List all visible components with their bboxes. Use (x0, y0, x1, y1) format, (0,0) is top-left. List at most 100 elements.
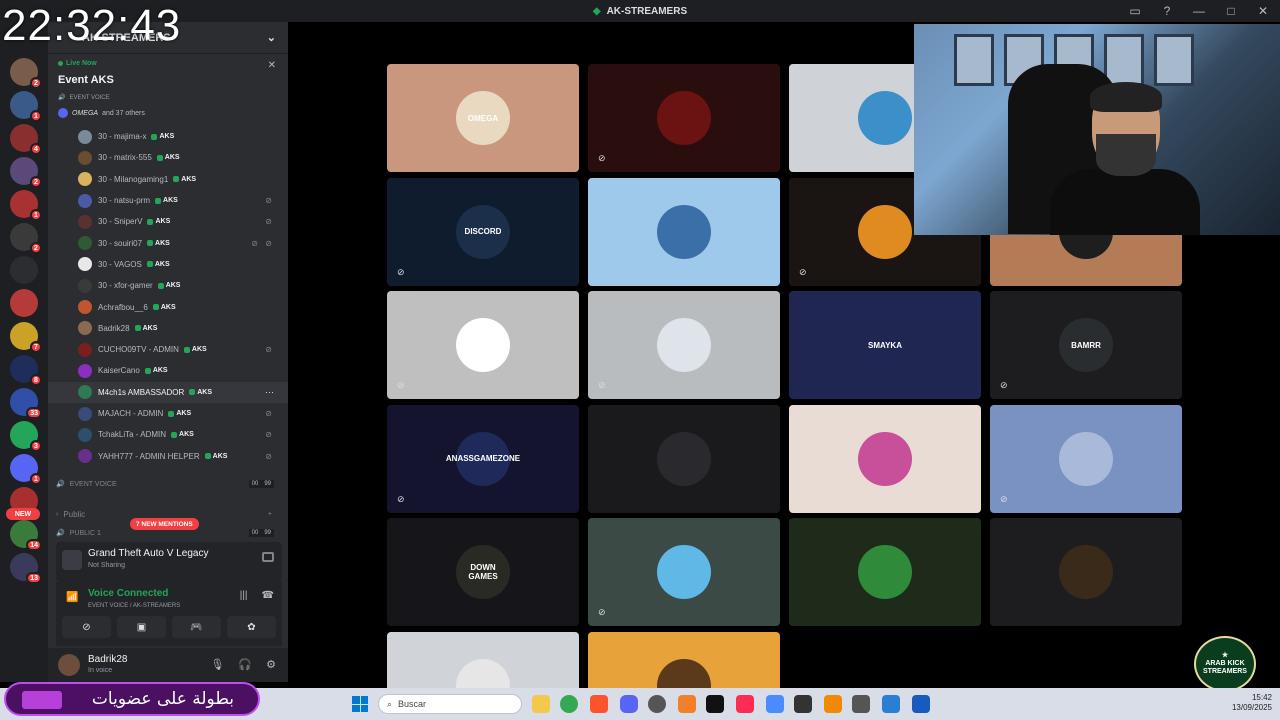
channel-sidebar: AK-STREAMERS ⌄ Live Now Event AKS ✕ 🔊 EVE… (48, 22, 288, 682)
list-item[interactable]: Badrik28 AKS (48, 318, 288, 339)
chrome-icon[interactable] (560, 695, 578, 713)
tiktok-live-icon[interactable] (736, 695, 754, 713)
tiktok-icon[interactable] (706, 695, 724, 713)
disconnect-icon[interactable]: ☎ (262, 590, 274, 601)
channel-event-voice[interactable]: 🔊 EVENT VOICE 00 99 (56, 476, 280, 492)
minimize-button[interactable]: — (1190, 2, 1208, 20)
server-icon[interactable]: 1 (10, 91, 42, 122)
server-icon[interactable]: 3 (10, 421, 42, 452)
server-icon[interactable]: 7 (10, 322, 42, 353)
screen-share-button[interactable]: ▣ (117, 616, 166, 638)
inbox-icon[interactable]: ▭ (1126, 2, 1144, 20)
avatar (78, 385, 92, 400)
list-item[interactable]: 30 - majima-x AKS (48, 126, 288, 147)
maximize-button[interactable]: □ (1222, 2, 1240, 20)
server-icon[interactable]: 8 (10, 355, 42, 386)
list-item[interactable]: Achrafbou__6 AKS (48, 296, 288, 317)
chevron-down-icon[interactable]: ⌄ (267, 31, 276, 44)
new-unread-pill[interactable]: NEW (6, 508, 40, 520)
participant-tile[interactable] (588, 177, 780, 286)
server-icon[interactable]: 33 (10, 388, 42, 419)
more-options-icon[interactable]: ⋯ (265, 387, 274, 398)
list-item[interactable]: YAHH777 - ADMIN HELPER AKS ⊘ (48, 445, 288, 466)
participant-tile[interactable] (588, 404, 780, 513)
event-channel-type: 🔊 EVENT VOICE (58, 94, 110, 102)
server-icon[interactable]: 4 (10, 124, 42, 155)
participant-tile[interactable]: ⊘ (990, 404, 1182, 513)
camera-off-button[interactable]: ⊘ (62, 616, 111, 638)
avatar: DOWN GAMES (456, 545, 510, 599)
server-icon[interactable]: 14 (10, 520, 42, 551)
list-item[interactable]: CUCHO09TV - ADMIN AKS ⊘ (48, 339, 288, 360)
file-explorer-icon[interactable] (532, 695, 550, 713)
server-icon[interactable] (10, 289, 38, 317)
server-icon[interactable]: 2 (10, 58, 42, 89)
brave-icon[interactable] (590, 695, 608, 713)
participant-tile[interactable]: ⊘ (387, 291, 579, 399)
taskbar-clock[interactable]: 15:42 13/09/2025 (1232, 693, 1272, 714)
participant-tile[interactable] (789, 404, 981, 513)
server-icon[interactable]: 1 (10, 190, 42, 221)
microphone-icon[interactable]: 🎙 (210, 658, 224, 671)
participant-tile[interactable]: BAMRR ⊘ (990, 291, 1182, 399)
server-icon[interactable] (10, 256, 38, 284)
participant-tile[interactable]: DOWN GAMES (387, 518, 579, 626)
list-item[interactable]: 30 - souiri07 AKS ⊘ ⊘ (48, 232, 288, 253)
headphones-icon[interactable]: 🎧 (238, 658, 252, 671)
voice-status[interactable]: Voice Connected (88, 588, 168, 599)
participant-tile[interactable] (789, 518, 981, 626)
vlc-icon[interactable] (824, 695, 842, 713)
voice-channel[interactable]: EVENT VOICE / AK-STREAMERS (88, 603, 180, 609)
close-button[interactable]: ✕ (1254, 2, 1272, 20)
list-item[interactable]: 30 - natsu-prm AKS ⊘ (48, 190, 288, 211)
help-icon[interactable]: ? (1158, 2, 1176, 20)
word-icon[interactable] (912, 695, 930, 713)
participant-tile[interactable] (990, 518, 1182, 626)
taskbar-search-input[interactable]: ⌕ Buscar (378, 694, 522, 714)
signal-icon[interactable]: 📶 (66, 592, 78, 604)
participant-tile[interactable]: DISCORD ⊘ (387, 177, 579, 286)
participant-tile[interactable]: ANASSGAMEZONE ⊘ (387, 404, 579, 513)
list-item[interactable]: 30 - xfor-gamer AKS (48, 275, 288, 296)
app-icon[interactable] (852, 695, 870, 713)
participant-tile[interactable]: ⊘ (588, 518, 780, 626)
list-item[interactable]: 30 - SniperV AKS ⊘ (48, 211, 288, 232)
participant-tile[interactable]: SMAYKA (789, 291, 981, 399)
member-name: 30 - souiri07 (98, 238, 143, 248)
list-item[interactable]: M4ch1s AMBASSADOR AKS ⋯ (48, 381, 288, 403)
list-item[interactable]: 30 - Milanogaming1 AKS (48, 169, 288, 190)
server-icon[interactable]: 1 (10, 454, 42, 485)
app-icon[interactable] (882, 695, 900, 713)
close-icon[interactable]: ✕ (268, 60, 276, 71)
app-icon[interactable] (766, 695, 784, 713)
game-activity-panel[interactable]: Grand Theft Auto V Legacy Not Sharing (56, 542, 282, 582)
server-icon[interactable]: 2 (10, 157, 42, 188)
user-name[interactable]: Badrik28 (88, 654, 127, 665)
list-item[interactable]: MAJACH - ADMIN AKS ⊘ (48, 403, 288, 424)
participant-tile[interactable]: OMEGA (387, 64, 579, 172)
app-icon[interactable] (678, 695, 696, 713)
windows-start-icon[interactable] (352, 696, 368, 712)
noise-suppression-icon[interactable]: ||| (240, 590, 248, 601)
list-item[interactable]: 30 - VAGOS AKS (48, 254, 288, 275)
list-item[interactable]: 30 - matrix-555 AKS (48, 147, 288, 168)
avatar (657, 204, 711, 259)
event-participants[interactable]: OMEGA and 37 others (58, 108, 145, 118)
new-mentions-pill[interactable]: 7 NEW MENTIONS (130, 518, 199, 530)
obs-icon[interactable] (648, 695, 666, 713)
add-channel-icon[interactable]: + (268, 511, 272, 518)
gear-icon[interactable]: ⚙ (266, 658, 276, 671)
terminal-icon[interactable] (794, 695, 812, 713)
server-icon[interactable]: 13 (10, 553, 42, 584)
list-item[interactable]: TchakLiTa - ADMIN AKS ⊘ (48, 424, 288, 445)
avatar[interactable] (58, 654, 80, 676)
server-icon[interactable]: 2 (10, 223, 42, 254)
soundboard-button[interactable]: ✿ (227, 616, 276, 638)
member-tag: AKS (173, 176, 196, 183)
screen-share-icon[interactable] (262, 552, 274, 562)
participant-tile[interactable]: ⊘ (588, 291, 780, 399)
discord-icon[interactable] (620, 695, 638, 713)
participant-tile[interactable]: ⊘ (588, 64, 780, 172)
list-item[interactable]: KaiserCano AKS (48, 360, 288, 381)
activity-button[interactable]: 🎮 (172, 616, 221, 638)
